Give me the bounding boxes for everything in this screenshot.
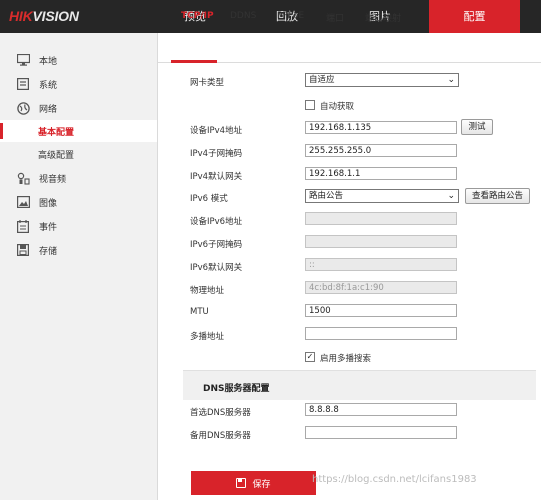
ipv6-gateway-label: IPv6默认网关 [190, 263, 243, 273]
sidebar-item-basic-config[interactable]: 基本配置 [0, 120, 157, 142]
sidebar-item-advanced-config[interactable]: 高级配置 [0, 143, 157, 165]
nic-type-label: 网卡类型 [190, 78, 225, 88]
mac-address-input [305, 281, 457, 294]
dhcp-label: 自动获取 [320, 102, 355, 112]
nic-type-value: 自适应 [309, 75, 335, 85]
active-tab-indicator [171, 60, 217, 63]
sidebar-item-local[interactable]: 本地 [0, 49, 157, 71]
ipv6-mode-select[interactable]: 路由公告 ⌄ [305, 189, 459, 203]
dns-section-title: DNS服务器配置 [203, 384, 270, 394]
ipv6-mode-label: IPv6 模式 [190, 194, 228, 204]
ipv6-mask-input [305, 235, 457, 248]
nic-type-select[interactable]: 自适应 ⌄ [305, 73, 459, 87]
top-navigation-bar: HIKVISION 预览 回放 图片 配置 [0, 0, 541, 33]
save-button[interactable]: 保存 [191, 471, 316, 495]
sidebar-item-label: 网络 [39, 104, 58, 115]
sidebar-item-label: 基本配置 [38, 127, 75, 138]
alternate-dns-label: 备用DNS服务器 [190, 431, 251, 441]
watermark-text: https://blog.csdn.net/lcifans1983 [312, 474, 477, 485]
preferred-dns-label: 首选DNS服务器 [190, 408, 251, 418]
ipv4-address-label: 设备IPv4地址 [190, 126, 243, 136]
view-route-advertisement-button[interactable]: 查看路由公告 [465, 188, 530, 204]
ipv6-mode-value: 路由公告 [309, 191, 344, 201]
nav-tab-configuration[interactable]: 配置 [429, 0, 520, 33]
event-icon [16, 219, 30, 233]
sidebar-item-label: 事件 [39, 222, 58, 233]
ipv4-address-input[interactable] [305, 121, 457, 134]
sidebar-item-label: 本地 [39, 56, 58, 67]
multicast-search-label: 启用多播搜索 [320, 354, 372, 364]
ipv6-mask-label: IPv6子网掩码 [190, 240, 243, 250]
chevron-down-icon: ⌄ [447, 191, 455, 201]
system-icon [16, 77, 30, 91]
preferred-dns-input[interactable] [305, 403, 457, 416]
ipv6-gateway-input [305, 258, 457, 271]
tab-port-mapping[interactable]: 端口映射 [365, 11, 401, 24]
sidebar-item-video-audio[interactable]: 视音频 [0, 167, 157, 189]
sidebar-item-system[interactable]: 系统 [0, 73, 157, 95]
sidebar-item-label: 系统 [39, 80, 58, 91]
globe-icon [16, 101, 30, 115]
tab-tcpip[interactable]: TCP/IP [181, 11, 214, 21]
storage-icon [16, 243, 30, 257]
dhcp-checkbox[interactable] [305, 100, 315, 110]
sidebar-item-label: 图像 [39, 198, 58, 209]
multicast-address-input[interactable] [305, 327, 457, 340]
monitor-icon [16, 53, 30, 67]
sidebar-item-label: 高级配置 [38, 150, 75, 161]
floppy-disk-icon [236, 478, 247, 488]
tab-ddns[interactable]: DDNS [230, 11, 256, 21]
sidebar-item-storage[interactable]: 存储 [0, 239, 157, 261]
mtu-label: MTU [190, 307, 209, 317]
sidebar-item-network[interactable]: 网络 [0, 97, 157, 119]
multicast-address-label: 多播地址 [190, 332, 225, 342]
tab-port[interactable]: 端口 [326, 11, 344, 24]
tab-pppoe[interactable]: PPPoE [277, 11, 304, 21]
sidebar-item-event[interactable]: 事件 [0, 215, 157, 237]
alternate-dns-input[interactable] [305, 426, 457, 439]
ipv4-mask-input[interactable] [305, 144, 457, 157]
hikvision-logo: HIKVISION [9, 8, 79, 24]
sidebar-item-image[interactable]: 图像 [0, 191, 157, 213]
ipv6-address-label: 设备IPv6地址 [190, 217, 243, 227]
config-subtabs [158, 33, 541, 63]
save-button-label: 保存 [252, 479, 271, 490]
chevron-down-icon: ⌄ [447, 75, 455, 85]
ipv4-mask-label: IPv4子网掩码 [190, 149, 243, 159]
mac-address-label: 物理地址 [190, 286, 225, 296]
sidebar-item-label: 存储 [39, 246, 58, 257]
ipv4-gateway-input[interactable] [305, 167, 457, 180]
ipv4-gateway-label: IPv4默认网关 [190, 172, 243, 182]
test-button[interactable]: 测试 [461, 119, 493, 135]
image-icon [16, 195, 30, 209]
ipv6-address-input [305, 212, 457, 225]
audio-video-icon [16, 171, 30, 185]
mtu-input[interactable] [305, 304, 457, 317]
multicast-search-checkbox[interactable]: ✓ [305, 352, 315, 362]
sidebar-item-label: 视音频 [39, 174, 67, 185]
